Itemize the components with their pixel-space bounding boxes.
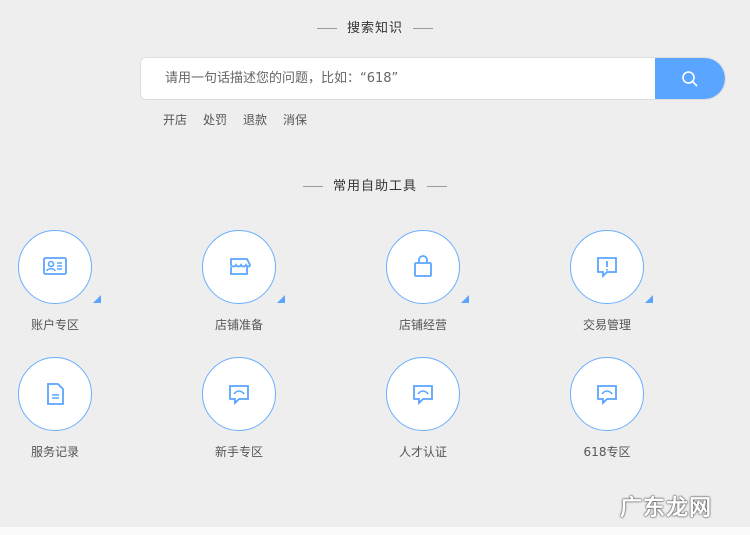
tool-icon-circle[interactable] (386, 230, 469, 304)
tool-item[interactable]: 618专区 (547, 357, 667, 460)
expand-corner-icon (645, 295, 653, 303)
footer-strip (0, 527, 750, 535)
alert-message-icon (597, 257, 617, 279)
expand-corner-icon (277, 295, 285, 303)
tools-section-title: 常用自助工具 (0, 175, 750, 194)
hot-tags: 开店 处罚 退款 消保 (163, 111, 323, 128)
search-title-text: 搜索知识 (346, 21, 403, 36)
tool-label: 店铺经营 (398, 318, 447, 332)
expand-corner-icon (461, 295, 469, 303)
tool-label: 服务记录 (30, 445, 79, 459)
tool-icon-circle[interactable] (570, 230, 653, 304)
id-card-icon (43, 257, 67, 275)
tag-link[interactable]: 退款 (243, 113, 267, 127)
tool-label: 618专区 (583, 445, 631, 459)
search-button[interactable] (655, 58, 725, 99)
search-section-title: 搜索知识 (0, 17, 750, 36)
search-icon (682, 70, 698, 87)
tool-item[interactable]: 新手专区 (179, 357, 299, 460)
tool-label: 账户专区 (30, 318, 79, 332)
tool-item[interactable]: 交易管理 (547, 230, 667, 333)
tool-item[interactable]: 服务记录 (0, 357, 115, 460)
tag-link[interactable]: 开店 (163, 113, 187, 127)
tools-title-text: 常用自助工具 (332, 179, 417, 194)
tool-item[interactable]: 账户专区 (0, 230, 115, 333)
chat-icon (597, 385, 617, 406)
tool-label: 人才认证 (398, 445, 447, 459)
shopping-bag-icon (414, 255, 432, 277)
tool-icon-circle[interactable] (18, 357, 92, 431)
tool-icon-circle[interactable] (570, 357, 644, 431)
tool-label: 交易管理 (582, 318, 631, 332)
tool-icon-circle[interactable] (202, 357, 276, 431)
document-icon (47, 383, 64, 405)
chat-icon (229, 385, 249, 406)
search-bar (140, 57, 726, 100)
tag-link[interactable]: 处罚 (203, 113, 227, 127)
tag-link[interactable]: 消保 (283, 113, 307, 127)
store-icon (230, 258, 251, 275)
tool-label: 店铺准备 (214, 318, 263, 332)
tool-item[interactable]: 店铺准备 (179, 230, 299, 333)
tool-icon-circle[interactable] (386, 357, 460, 431)
chat-icon (413, 385, 433, 406)
tool-item[interactable]: 店铺经营 (363, 230, 483, 333)
search-input[interactable] (141, 58, 657, 99)
watermark: 广东龙网 (619, 496, 712, 521)
tool-item[interactable]: 人才认证 (363, 357, 483, 460)
tool-icon-circle[interactable] (18, 230, 101, 304)
expand-corner-icon (93, 295, 101, 303)
tool-icon-circle[interactable] (202, 230, 285, 304)
tool-label: 新手专区 (214, 445, 263, 459)
